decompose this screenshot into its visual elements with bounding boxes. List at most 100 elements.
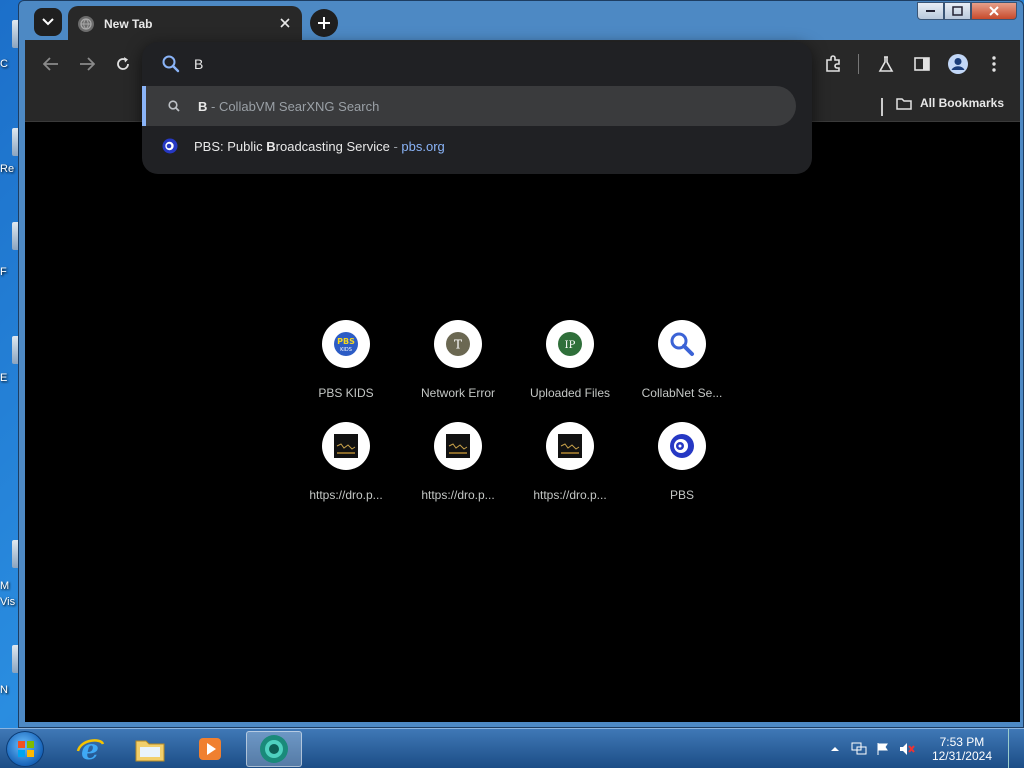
pbs-logo-icon bbox=[670, 434, 694, 458]
chevron-down-icon bbox=[42, 18, 54, 26]
shortcut-icon bbox=[322, 422, 370, 470]
tab-new-tab[interactable]: New Tab bbox=[68, 6, 302, 42]
globe-icon bbox=[78, 16, 94, 32]
menu-button[interactable] bbox=[982, 52, 1006, 76]
suggestion-url: pbs.org bbox=[401, 138, 445, 154]
tab-strip: New Tab bbox=[22, 4, 912, 42]
svg-text:IP: IP bbox=[565, 340, 576, 351]
tab-close-button[interactable] bbox=[280, 16, 290, 32]
show-desktop-button[interactable] bbox=[1008, 729, 1018, 768]
shortcut-tile[interactable]: T Network Error bbox=[402, 320, 514, 400]
taskbar-media-player[interactable] bbox=[182, 731, 238, 767]
profile-button[interactable] bbox=[946, 52, 970, 76]
tab-search-button[interactable] bbox=[34, 8, 62, 36]
shortcut-icon: T bbox=[434, 320, 482, 368]
omnibox-input[interactable] bbox=[194, 56, 754, 72]
minimize-icon bbox=[925, 10, 935, 12]
action-center-flag-icon[interactable] bbox=[874, 740, 892, 758]
shortcut-tile[interactable]: https://dro.p... bbox=[290, 422, 402, 502]
thumbnail-icon bbox=[558, 434, 582, 458]
reload-button[interactable] bbox=[111, 52, 135, 76]
arrow-right-icon bbox=[80, 57, 95, 71]
reload-icon bbox=[117, 57, 129, 70]
shortcut-label: https://dro.p... bbox=[421, 488, 495, 502]
close-icon bbox=[989, 6, 999, 16]
labs-button[interactable] bbox=[874, 52, 898, 76]
internet-explorer-icon: e bbox=[76, 734, 105, 764]
extensions-button[interactable] bbox=[821, 52, 845, 76]
side-panel-button[interactable] bbox=[910, 52, 934, 76]
network-icon[interactable] bbox=[850, 740, 868, 758]
new-tab-button[interactable] bbox=[310, 9, 338, 37]
all-bookmarks-label: All Bookmarks bbox=[919, 96, 1004, 110]
maximize-icon bbox=[952, 6, 963, 16]
clock-time: 7:53 PM bbox=[939, 735, 985, 749]
svg-text:KIDS: KIDS bbox=[340, 347, 352, 353]
volume-muted-icon[interactable] bbox=[898, 740, 916, 758]
suggestion-text: B - CollabVM SearXNG Search bbox=[198, 98, 380, 114]
svg-text:PBS: PBS bbox=[337, 337, 355, 346]
close-icon bbox=[280, 18, 290, 28]
shortcut-label: https://dro.p... bbox=[309, 488, 383, 502]
svg-text:e: e bbox=[81, 734, 99, 764]
tab-title: New Tab bbox=[104, 17, 153, 31]
letter-avatar-icon: IP bbox=[558, 332, 582, 356]
shortcut-label: CollabNet Se... bbox=[641, 386, 723, 400]
taskbar: e 7:53 PM 12/31/2024 bbox=[0, 728, 1024, 768]
avatar-icon bbox=[948, 54, 968, 74]
shortcut-icon bbox=[658, 320, 706, 368]
chevron-up-icon bbox=[830, 747, 839, 751]
svg-text:T: T bbox=[454, 338, 462, 352]
pbs-kids-logo-icon: PBSKIDS bbox=[334, 332, 358, 356]
shortcut-label: PBS KIDS bbox=[318, 386, 374, 400]
shortcut-label: https://dro.p... bbox=[533, 488, 607, 502]
media-player-icon bbox=[199, 738, 221, 760]
windows-logo-icon bbox=[18, 741, 34, 757]
suggestion-search[interactable]: B - CollabVM SearXNG Search bbox=[142, 86, 796, 126]
letter-avatar-icon: T bbox=[446, 332, 470, 356]
search-icon bbox=[162, 55, 180, 73]
folder-icon bbox=[135, 740, 165, 762]
omnibox[interactable] bbox=[142, 42, 812, 86]
taskbar-explorer[interactable] bbox=[122, 731, 178, 767]
shortcut-tile[interactable]: PBS bbox=[626, 422, 738, 502]
shortcut-label: PBS bbox=[669, 488, 694, 502]
maximize-button[interactable] bbox=[944, 2, 971, 20]
taskbar-browser[interactable] bbox=[246, 731, 302, 767]
shortcut-label: Uploaded Files bbox=[529, 386, 611, 400]
shortcut-icon bbox=[434, 422, 482, 470]
flask-icon bbox=[878, 56, 894, 72]
toolbar-divider bbox=[858, 54, 859, 74]
window-controls bbox=[917, 2, 1017, 20]
search-icon bbox=[166, 98, 182, 114]
back-button[interactable] bbox=[39, 52, 63, 76]
kebab-menu-icon bbox=[992, 56, 996, 72]
shortcut-icon: IP bbox=[546, 320, 594, 368]
shortcut-tile[interactable]: https://dro.p... bbox=[514, 422, 626, 502]
all-bookmarks-button[interactable]: All Bookmarks bbox=[896, 96, 1004, 110]
taskbar-ie[interactable]: e bbox=[62, 731, 118, 767]
plus-icon bbox=[318, 17, 330, 29]
minimize-button[interactable] bbox=[917, 2, 944, 20]
shortcut-tile[interactable]: CollabNet Se... bbox=[626, 320, 738, 400]
start-button[interactable] bbox=[6, 731, 44, 767]
side-panel-icon bbox=[914, 57, 930, 71]
shortcut-icon: PBS KIDS bbox=[322, 320, 370, 368]
suggestion-pbs[interactable]: PBS: Public Broadcasting Service - pbs.o… bbox=[142, 126, 812, 166]
shortcut-icon bbox=[658, 422, 706, 470]
close-window-button[interactable] bbox=[971, 2, 1017, 20]
arrow-left-icon bbox=[43, 57, 58, 71]
clock[interactable]: 7:53 PM 12/31/2024 bbox=[932, 735, 992, 763]
shortcut-label: Network Error bbox=[420, 386, 495, 400]
puzzle-icon bbox=[826, 55, 840, 72]
show-hidden-icons-button[interactable] bbox=[826, 740, 844, 758]
shortcut-tile[interactable]: https://dro.p... bbox=[402, 422, 514, 502]
bookmarks-divider bbox=[881, 98, 883, 116]
folder-icon bbox=[896, 97, 912, 110]
clock-date: 12/31/2024 bbox=[931, 749, 992, 763]
search-icon bbox=[670, 332, 694, 356]
pbs-logo-icon bbox=[162, 138, 178, 154]
forward-button[interactable] bbox=[75, 52, 99, 76]
shortcut-tile[interactable]: IP Uploaded Files bbox=[514, 320, 626, 400]
shortcut-tile[interactable]: PBS KIDS PBS KIDS bbox=[290, 320, 402, 400]
